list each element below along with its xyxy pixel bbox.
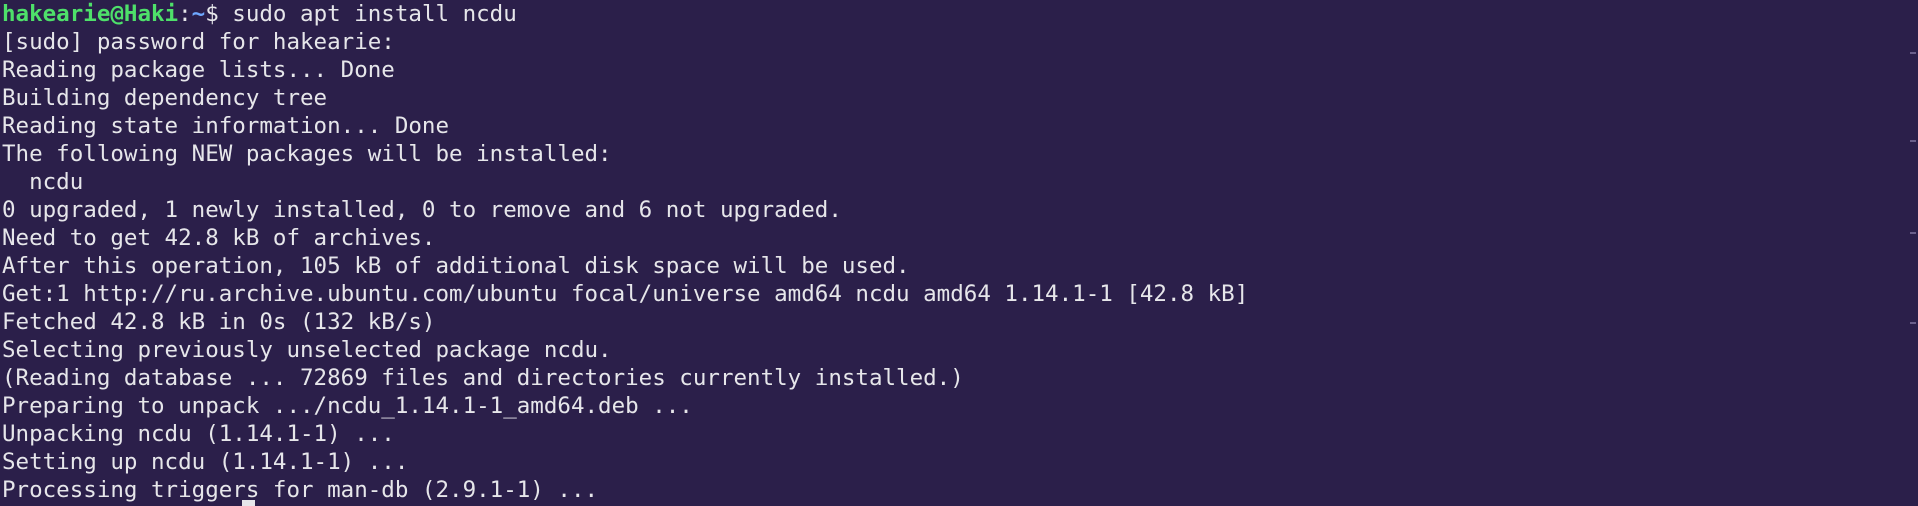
prompt-user-host: hakearie@Haki [2,1,179,27]
scroll-tick [1910,232,1916,234]
terminal-window[interactable]: hakearie@Haki:~$ sudo apt install ncdu [… [0,0,1918,506]
output-line: [sudo] password for hakearie: [2,29,395,55]
command-text: sudo apt install ncdu [232,1,517,27]
prompt-symbol: $ [205,1,233,27]
output-line: Processing triggers for man-db (2.9.1-1)… [2,477,599,503]
text-cursor [242,500,255,506]
output-line: Unpacking ncdu (1.14.1-1) ... [2,421,395,447]
scrollbar[interactable] [1908,0,1918,506]
output-line: Selecting previously unselected package … [2,337,612,363]
output-line: (Reading database ... 72869 files and di… [2,365,964,391]
prompt-path: ~ [191,1,206,27]
output-line: Setting up ncdu (1.14.1-1) ... [2,449,409,475]
prompt-separator: : [178,1,192,27]
scroll-tick [1910,322,1916,324]
output-line: ncdu [2,169,84,195]
scroll-tick [1910,140,1916,142]
output-line: Get:1 http://ru.archive.ubuntu.com/ubunt… [2,281,1249,307]
output-line: Preparing to unpack .../ncdu_1.14.1-1_am… [2,393,693,419]
output-line: Need to get 42.8 kB of archives. [2,225,436,251]
prompt-line: hakearie@Haki:~$ sudo apt install ncdu [2,0,1918,28]
output-line: Building dependency tree [2,85,328,111]
scroll-tick [1910,52,1916,54]
output-line: After this operation, 105 kB of addition… [2,253,910,279]
output-line: Reading package lists... Done [2,57,395,83]
output-line: 0 upgraded, 1 newly installed, 0 to remo… [2,197,842,223]
output-line: Reading state information... Done [2,113,450,139]
output-line: Fetched 42.8 kB in 0s (132 kB/s) [2,309,436,335]
output-line: The following NEW packages will be insta… [2,141,612,167]
